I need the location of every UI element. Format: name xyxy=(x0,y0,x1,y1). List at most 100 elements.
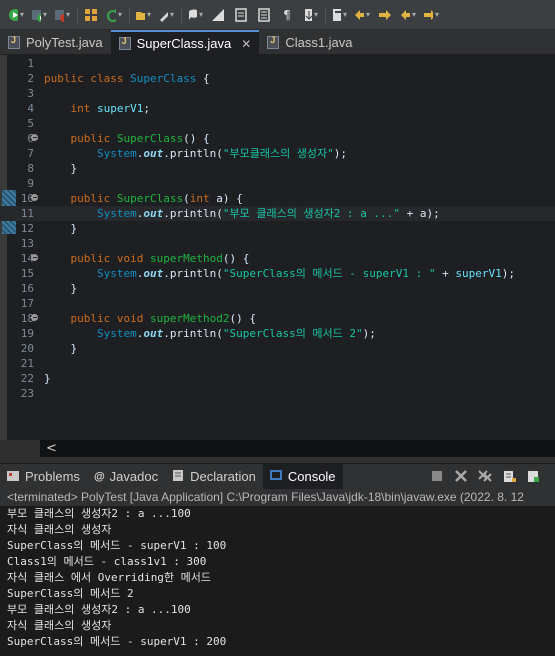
line-number: 13 xyxy=(20,237,34,250)
remove-all-icon[interactable] xyxy=(477,468,493,484)
code-line: 9 xyxy=(0,176,555,191)
refresh-icon[interactable] xyxy=(106,7,122,23)
next-icon[interactable] xyxy=(423,7,439,23)
code-text: int superV1; xyxy=(70,102,150,115)
code-line: 3 xyxy=(0,86,555,101)
code-editor[interactable]: 1 2 public class SuperClass { 3 4 int sup… xyxy=(0,55,555,440)
console-line: 자식 클래스의 생성자 xyxy=(7,619,112,632)
code-line: 16 } xyxy=(0,281,555,296)
console-output[interactable]: 부모 클래스의 생성자2 : a ...100 자식 클래스의 생성자 Supe… xyxy=(0,506,555,656)
tab-polytest[interactable]: PolyTest.java xyxy=(0,30,111,55)
console-line: SuperClass의 메서드 - superV1 : 100 xyxy=(7,539,227,552)
fold-icon[interactable] xyxy=(31,314,38,321)
tab-superclass[interactable]: SuperClass.java ✕ xyxy=(110,30,260,55)
code-line: 10 public SuperClass(int a) { xyxy=(0,191,555,206)
tab-label: Javadoc xyxy=(109,469,159,484)
scroll-left-icon[interactable]: < xyxy=(46,440,57,457)
code-line: 13 xyxy=(0,236,555,251)
console-line: 부모 클래스의 생성자2 : a ...100 xyxy=(7,507,191,520)
line-number: 21 xyxy=(20,357,34,370)
tab-javadoc[interactable]: @ Javadoc xyxy=(87,464,165,490)
tab-class1[interactable]: Class1.java xyxy=(259,30,360,55)
code-line: 12 } xyxy=(0,221,555,236)
code-text: } xyxy=(70,162,78,175)
code-line: 19 System.out.println("SuperClass의 메서드 2… xyxy=(0,326,555,341)
previous-icon[interactable] xyxy=(400,7,416,23)
tab-problems[interactable]: Problems xyxy=(0,464,87,490)
code-text: System.out.println("부모클래스의 생성자"); xyxy=(96,147,348,160)
tab-declaration[interactable]: Declaration xyxy=(165,464,263,490)
line-number: 3 xyxy=(27,87,34,100)
line-number: 17 xyxy=(20,297,34,310)
toolbar-separator xyxy=(77,6,78,23)
tab-console[interactable]: Console xyxy=(262,463,343,490)
clear-console-icon[interactable] xyxy=(501,468,517,484)
bottom-panel-tab-bar: Problems @ Javadoc Declaration Console xyxy=(0,463,555,490)
code-text: } xyxy=(44,372,51,385)
toolbar-separator xyxy=(129,6,130,23)
scroll-lock-icon[interactable] xyxy=(525,468,541,484)
edit-icon[interactable] xyxy=(210,7,226,23)
problems-icon xyxy=(7,469,20,485)
new-java-package-icon[interactable] xyxy=(83,7,99,23)
line-number: 15 xyxy=(20,267,34,280)
code-text: System.out.println("부모 클래스의 생성자2 : a ...… xyxy=(96,207,440,220)
move-icon[interactable] xyxy=(302,7,318,23)
code-line: 7 System.out.println("부모클래스의 생성자"); xyxy=(0,146,555,161)
code-text: } xyxy=(70,222,78,235)
line-number: 1 xyxy=(27,57,34,70)
console-line: Class1의 메서드 - class1v1 : 300 xyxy=(7,555,207,568)
horizontal-scrollbar[interactable]: < xyxy=(40,440,555,457)
open-folder-icon[interactable] xyxy=(135,7,151,23)
paragraph-icon[interactable]: ¶ xyxy=(279,7,295,23)
line-number: 23 xyxy=(20,387,34,400)
line-number: 9 xyxy=(27,177,34,190)
current-code-line: 11 System.out.println("부모 클래스의 생성자2 : a … xyxy=(0,206,555,221)
fold-icon[interactable] xyxy=(31,194,38,201)
close-icon[interactable]: ✕ xyxy=(241,37,251,51)
remove-launch-icon[interactable] xyxy=(453,468,469,484)
brush-icon[interactable] xyxy=(158,7,174,23)
comment-icon[interactable] xyxy=(233,7,249,23)
line-number: 19 xyxy=(20,327,34,340)
code-line: 8 } xyxy=(0,161,555,176)
back-icon[interactable] xyxy=(354,7,370,23)
code-line: 1 xyxy=(0,56,555,71)
code-line: 23 xyxy=(0,386,555,401)
code-text: public void superMethod() { xyxy=(70,252,250,265)
run-icon[interactable] xyxy=(31,7,47,23)
terminate-icon[interactable] xyxy=(429,468,445,484)
tab-label: Class1.java xyxy=(285,35,353,50)
console-line: SuperClass의 메서드 2 xyxy=(7,587,134,600)
console-status: <terminated> PolyTest [Java Application]… xyxy=(0,489,555,506)
debug-icon[interactable] xyxy=(8,7,24,23)
code-line: 18 public void superMethod2() { xyxy=(0,311,555,326)
line-number: 20 xyxy=(20,342,34,355)
console-toolbar xyxy=(429,468,549,484)
line-number: 8 xyxy=(27,162,34,175)
code-text: } xyxy=(70,342,78,355)
code-line: 5 xyxy=(0,116,555,131)
coverage-icon[interactable] xyxy=(54,7,70,23)
tab-label: Problems xyxy=(25,469,80,484)
line-number: 2 xyxy=(27,72,34,85)
annotation-icon[interactable] xyxy=(331,7,347,23)
tab-label: SuperClass.java xyxy=(136,36,232,51)
code-line: 6 public SuperClass() { xyxy=(0,131,555,146)
search-icon[interactable] xyxy=(187,7,203,23)
code-text: System.out.println("SuperClass의 메서드 2"); xyxy=(96,327,376,340)
javadoc-icon: @ xyxy=(93,470,105,483)
java-file-icon xyxy=(8,35,20,49)
tab-label: PolyTest.java xyxy=(26,35,103,50)
line-number: 5 xyxy=(27,117,34,130)
forward-icon[interactable] xyxy=(377,7,393,23)
line-number: 22 xyxy=(20,372,34,385)
format-icon[interactable] xyxy=(256,7,272,23)
tab-label: Declaration xyxy=(190,469,256,484)
java-file-icon xyxy=(267,35,280,49)
code-text: System.out.println("SuperClass의 메서드 - su… xyxy=(96,267,515,280)
fold-icon[interactable] xyxy=(31,134,38,141)
code-line: 21 xyxy=(0,356,555,371)
fold-icon[interactable] xyxy=(31,254,38,261)
declaration-icon xyxy=(172,469,185,485)
